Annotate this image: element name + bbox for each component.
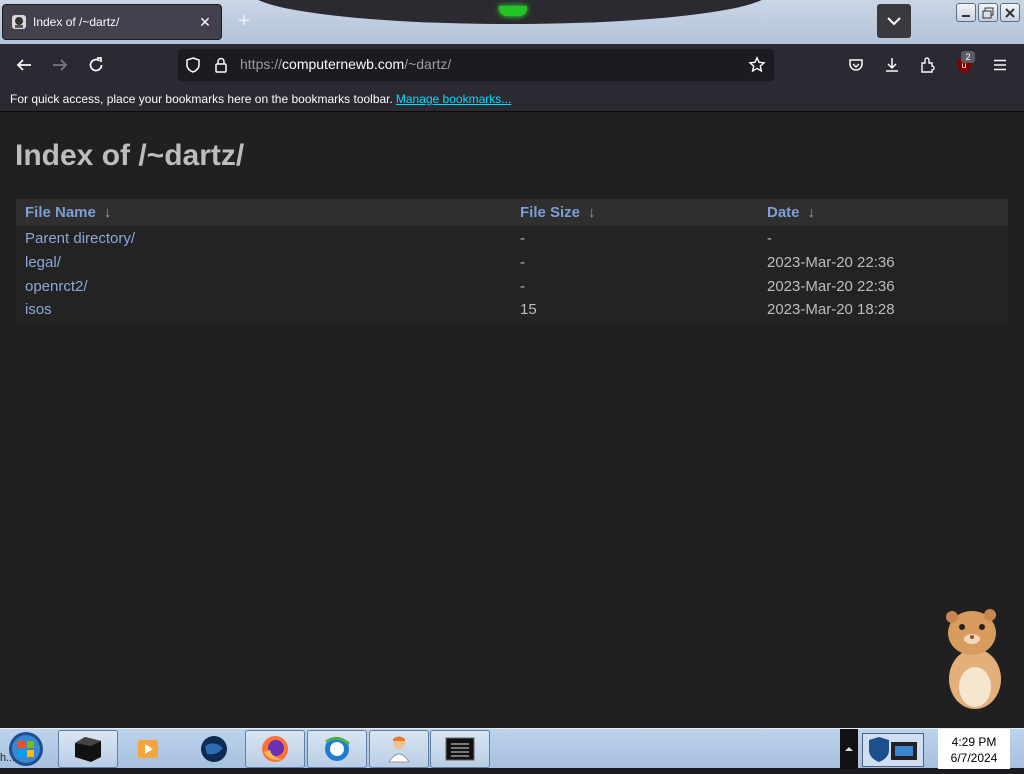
file-size: 15 — [520, 300, 537, 318]
system-clock[interactable]: 4:29 PM 6/7/2024 — [938, 729, 1010, 769]
tab-strip: Index of /~dartz/ ✕ + — [0, 0, 1024, 44]
tray-app-icon[interactable] — [862, 733, 924, 767]
minimize-icon — [962, 14, 970, 17]
clock-date: 6/7/2024 — [950, 751, 998, 765]
file-date: 2023-Mar-20 22:36 — [767, 277, 895, 295]
person-icon — [388, 736, 410, 763]
tab-active[interactable]: Index of /~dartz/ ✕ — [2, 4, 222, 40]
directory-listing-table: File Name ↓ File Size ↓ Date ↓ Parent direc… — [16, 199, 1008, 322]
bookmarks-toolbar: For quick access, place your bookmarks h… — [0, 86, 1024, 112]
downloads-button[interactable] — [878, 51, 906, 79]
chevron-up-icon — [845, 747, 853, 751]
page-title: Index of /~dartz/ — [15, 139, 245, 172]
window-controls — [956, 3, 1020, 22]
column-label: Date — [767, 204, 800, 221]
tab-close-icon[interactable]: ✕ — [197, 14, 213, 31]
arrow-left-icon — [16, 59, 31, 71]
sort-arrow-icon: ↓ — [588, 204, 596, 221]
url-text[interactable]: https://computernewb.com/~dartz/ — [240, 56, 451, 74]
extensions-button[interactable] — [914, 51, 942, 79]
taskbar-app-firefox[interactable] — [245, 730, 305, 768]
address-bar[interactable]: https://computernewb.com/~dartz/ — [178, 49, 774, 81]
table-row: openrct2/ - 2023-Mar-20 22:36 — [16, 274, 1008, 298]
sort-arrow-icon: ↓ — [807, 204, 816, 221]
extension-badge: 2 — [961, 51, 975, 63]
taskbar-app-user-agent[interactable] — [369, 730, 429, 768]
globe-icon — [201, 736, 227, 762]
taskbar: 4:29 PM 6/7/2024 — [0, 728, 1024, 769]
media-player-icon — [138, 740, 158, 758]
url-path: /~dartz/ — [404, 56, 452, 72]
new-tab-button[interactable]: + — [232, 10, 256, 34]
taskbar-app-globe[interactable] — [184, 730, 244, 768]
minimize-button[interactable] — [956, 3, 976, 22]
terminal-icon — [445, 737, 475, 761]
page-content: Index of /~dartz/ File Name ↓ File Size ↓ … — [0, 113, 1024, 728]
table-header-row: File Name ↓ File Size ↓ Date ↓ — [16, 199, 1008, 226]
pocket-button[interactable] — [842, 51, 870, 79]
bookmarks-message: For quick access, place your bookmarks h… — [10, 92, 393, 106]
sort-arrow-icon: ↓ — [103, 204, 112, 221]
back-button[interactable] — [10, 51, 38, 79]
column-header-file-size[interactable]: File Size ↓ — [511, 199, 758, 226]
arrow-right-icon — [53, 59, 68, 71]
computer-icon — [75, 737, 101, 762]
tray-overflow[interactable] — [840, 729, 858, 769]
file-size: - — [520, 229, 525, 247]
browser-globe-icon — [325, 737, 350, 761]
lock-icon[interactable] — [212, 56, 230, 74]
site-favicon-icon — [12, 15, 26, 29]
column-header-file-name[interactable]: File Name ↓ — [16, 199, 511, 226]
restore-icon — [982, 7, 994, 18]
taskbar-app-terminal[interactable] — [430, 730, 490, 768]
url-protocol: https:// — [240, 56, 283, 72]
hamburger-menu-icon — [994, 59, 1006, 71]
file-name-link[interactable]: openrct2/ — [16, 274, 511, 298]
app-menu-button[interactable] — [986, 51, 1014, 79]
file-name-link[interactable]: legal/ — [16, 250, 511, 274]
file-date: 2023-Mar-20 18:28 — [767, 300, 895, 318]
tab-title: Index of /~dartz/ — [33, 15, 120, 29]
theme-gem — [499, 6, 527, 16]
url-host: computernewb.com — [282, 56, 405, 72]
table-row: isos 15 2023-Mar-20 18:28 — [16, 298, 1008, 322]
manage-bookmarks-link[interactable]: Manage bookmarks... — [396, 92, 511, 106]
taskbar-app-browser-ie[interactable] — [307, 730, 367, 768]
forward-button[interactable] — [46, 51, 74, 79]
close-window-button[interactable] — [1000, 3, 1020, 22]
security-shield-icon — [869, 737, 917, 762]
puzzle-icon — [921, 57, 935, 73]
file-name-link[interactable]: Parent directory/ — [16, 226, 511, 250]
reload-button[interactable] — [82, 51, 110, 79]
table-row: Parent directory/ - - — [16, 226, 1008, 250]
column-header-date[interactable]: Date ↓ — [758, 199, 1008, 226]
file-size: - — [520, 277, 525, 295]
list-all-tabs-button[interactable] — [877, 4, 911, 38]
hamster-desktop-pet[interactable] — [942, 607, 1008, 711]
shield-icon[interactable] — [184, 56, 202, 74]
column-label: File Size — [520, 204, 581, 221]
file-name-link[interactable]: isos — [16, 298, 511, 322]
close-icon — [1005, 7, 1015, 18]
taskbar-app-computer[interactable] — [58, 730, 118, 768]
reload-icon — [89, 57, 103, 72]
table-row: legal/ - 2023-Mar-20 22:36 — [16, 250, 1008, 274]
firefox-icon — [262, 736, 288, 762]
download-icon — [886, 58, 898, 72]
chevron-down-icon — [887, 17, 901, 26]
restore-button[interactable] — [978, 3, 998, 22]
taskbar-app-media-player[interactable] — [118, 730, 178, 768]
column-label: File Name — [25, 204, 96, 221]
file-date: - — [767, 229, 772, 247]
navigation-toolbar: https://computernewb.com/~dartz/ u — [0, 44, 1024, 86]
file-date: 2023-Mar-20 22:36 — [767, 253, 895, 271]
clock-time: 4:29 PM — [951, 735, 997, 749]
pocket-icon — [849, 59, 863, 71]
file-size: - — [520, 253, 525, 271]
bookmark-star-icon[interactable] — [748, 56, 766, 74]
status-text: h... — [0, 752, 16, 764]
